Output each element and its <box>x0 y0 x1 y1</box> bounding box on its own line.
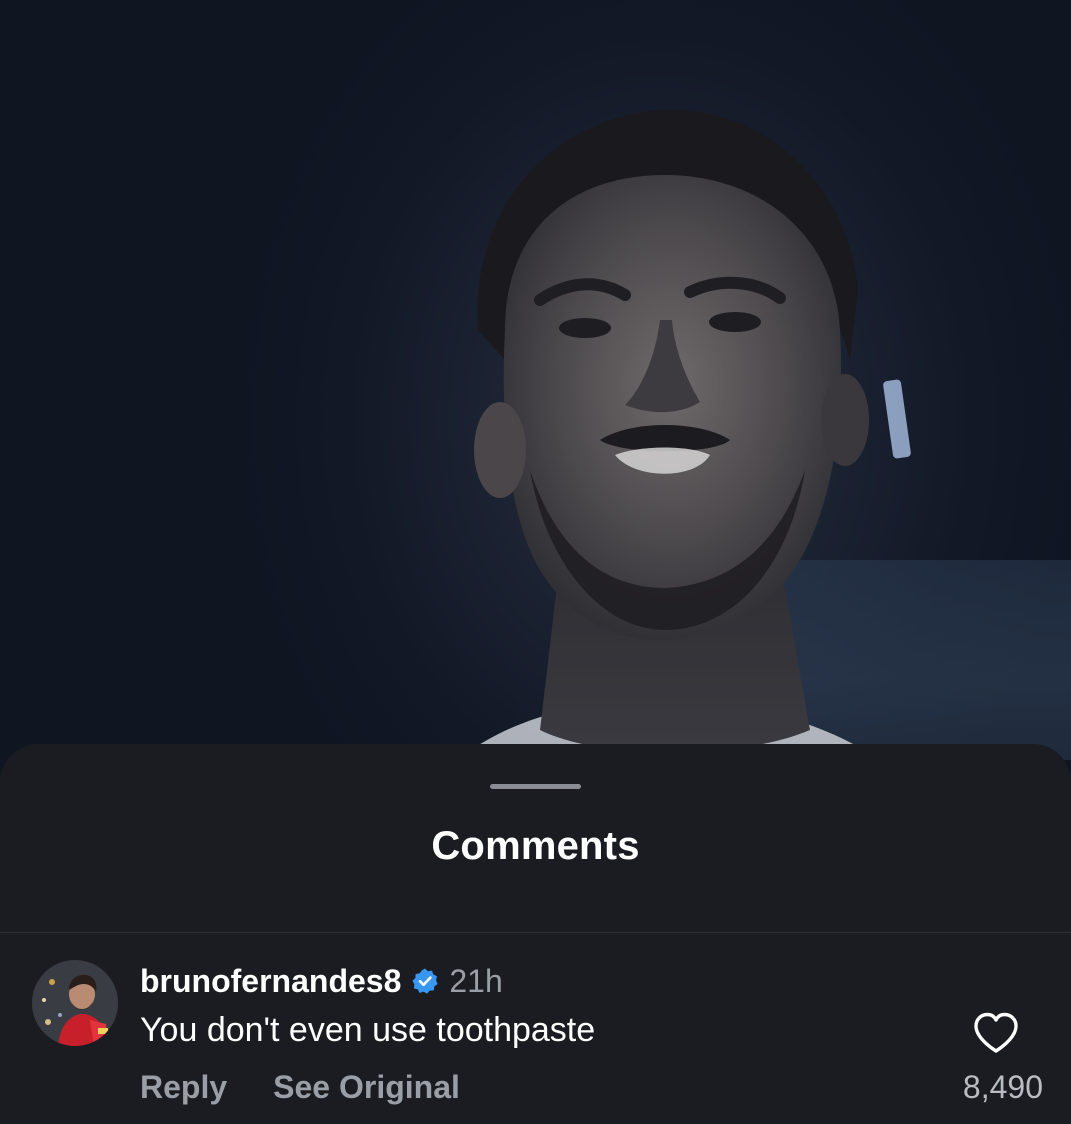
verified-badge-icon <box>411 967 439 995</box>
avatar-photo <box>32 960 118 1046</box>
reply-button[interactable]: Reply <box>140 1069 227 1106</box>
like-count: 8,490 <box>962 1069 1043 1105</box>
comment-header: brunofernandes8 21h <box>140 961 503 1001</box>
screen: Comments brunofernandes8 21h You don't e… <box>0 0 1071 1124</box>
comment-timestamp: 21h <box>449 962 503 999</box>
video-player[interactable] <box>0 0 1071 800</box>
avatar[interactable] <box>32 960 118 1046</box>
sheet-title: Comments <box>431 824 640 868</box>
sheet-drag-handle[interactable] <box>490 784 581 789</box>
comment-username[interactable]: brunofernandes8 <box>140 963 401 1000</box>
video-frame-person <box>420 109 930 800</box>
comment-item: brunofernandes8 21h You don't even use t… <box>0 933 1071 1124</box>
heart-outline-icon[interactable] <box>972 1011 1020 1055</box>
see-original-button[interactable]: See Original <box>273 1069 460 1106</box>
comment-text: You don't even use toothpaste <box>140 1011 596 1049</box>
comment-actions: Reply See Original <box>140 1069 506 1106</box>
comments-sheet: Comments brunofernandes8 21h You don't e… <box>0 744 1071 1124</box>
